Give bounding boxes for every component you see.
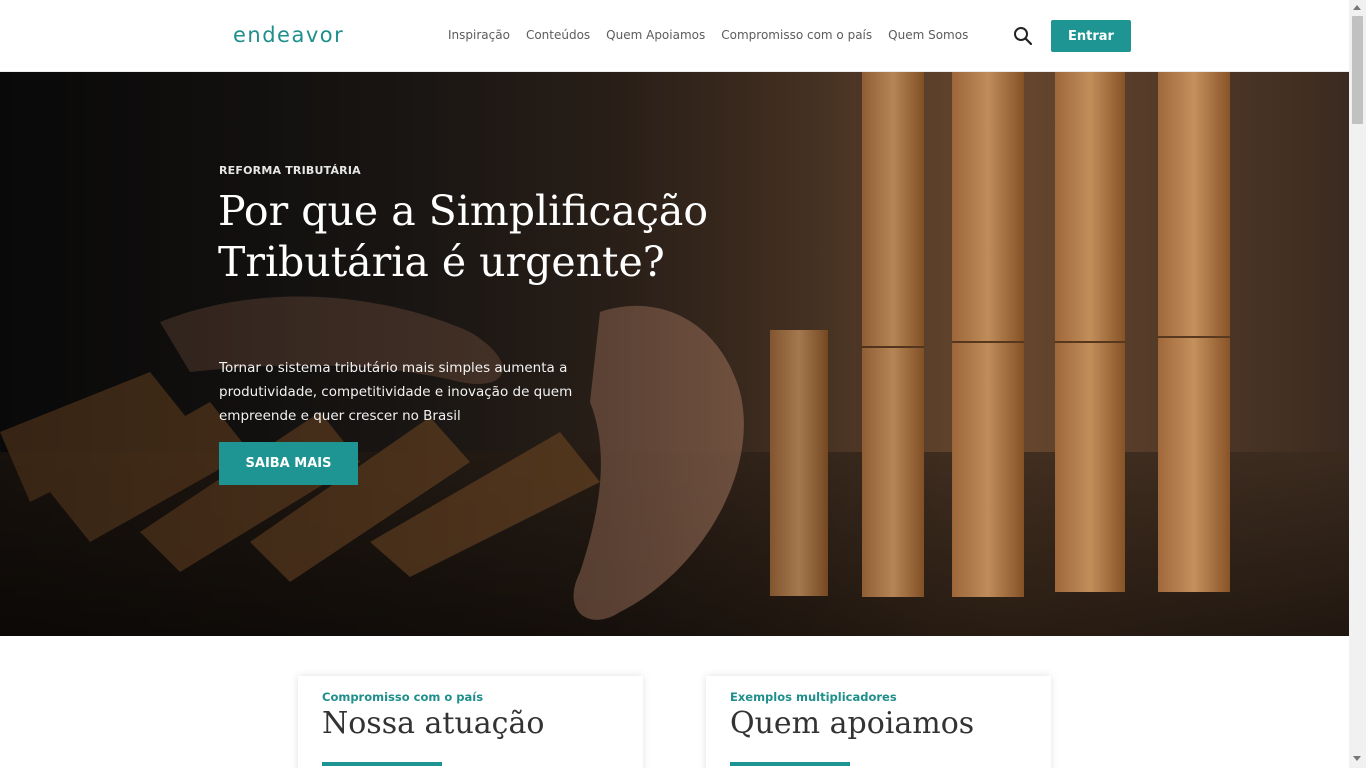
hero-title: Por que a Simplificação Tributária é urg… (218, 187, 709, 286)
hero-category: REFORMA TRIBUTÁRIA (219, 164, 361, 177)
nav-quem-apoiamos[interactable]: Quem Apoiamos (606, 27, 705, 43)
card-title: Nossa atuação (322, 706, 545, 741)
login-button[interactable]: Entrar (1051, 20, 1131, 52)
site-header: endeavor Inspiração Conteúdos Quem Apoia… (0, 0, 1349, 72)
scroll-up-icon[interactable] (1353, 5, 1361, 10)
nav-inspiracao[interactable]: Inspiração (448, 27, 510, 43)
search-icon[interactable] (1012, 25, 1034, 47)
scroll-down-icon[interactable] (1353, 756, 1361, 761)
card-title: Quem apoiamos (730, 706, 975, 741)
card-nossa-atuacao[interactable]: Compromisso com o país Nossa atuação (298, 676, 643, 768)
saiba-mais-button[interactable]: SAIBA MAIS (219, 442, 358, 485)
hero-banner: REFORMA TRIBUTÁRIA Por que a Simplificaç… (0, 72, 1349, 636)
scroll-thumb[interactable] (1352, 16, 1363, 124)
card-accent-bar (322, 762, 442, 766)
nav-compromisso[interactable]: Compromisso com o país (721, 27, 872, 43)
page-scrollbar[interactable] (1349, 0, 1366, 768)
card-eyebrow: Exemplos multiplicadores (730, 690, 897, 704)
card-eyebrow: Compromisso com o país (322, 690, 484, 704)
card-quem-apoiamos[interactable]: Exemplos multiplicadores Quem apoiamos (706, 676, 1051, 768)
nav-quem-somos[interactable]: Quem Somos (888, 27, 968, 43)
card-accent-bar (730, 762, 850, 766)
endeavor-logo[interactable]: endeavor (233, 22, 344, 48)
hero-description: Tornar o sistema tributário mais simples… (219, 360, 573, 424)
nav-conteudos[interactable]: Conteúdos (526, 27, 590, 43)
main-nav: Inspiração Conteúdos Quem Apoiamos Compr… (448, 27, 968, 43)
